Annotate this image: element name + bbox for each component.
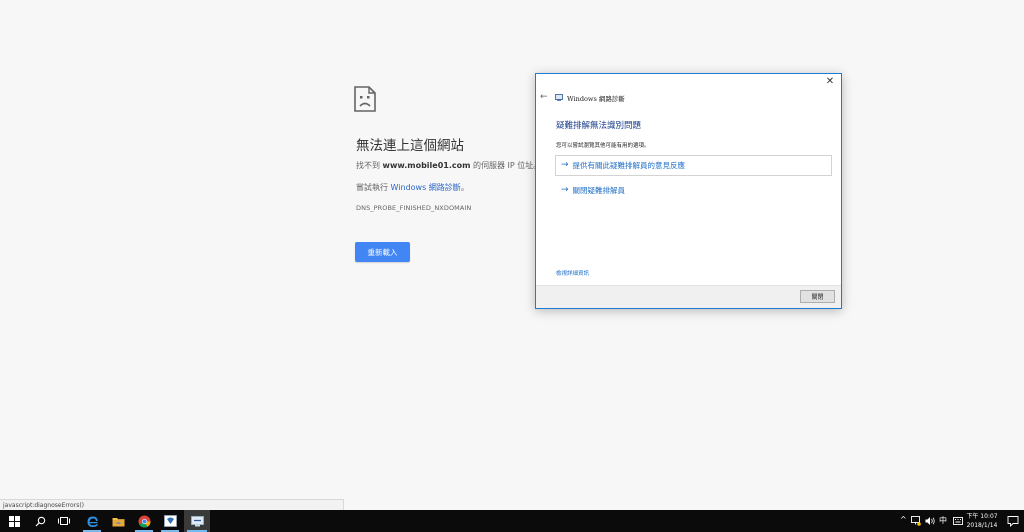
edge-icon — [87, 516, 98, 527]
suggest-suffix: 。 — [460, 183, 469, 192]
error-description: 找不到 www.mobile01.com 的伺服器 IP 位址。 — [356, 160, 541, 171]
search-icon — [35, 516, 45, 526]
view-details-link[interactable]: 檢視詳細資訊 — [556, 269, 589, 277]
status-bubble-url: javascript:diagnoseErrors() — [0, 499, 344, 510]
search-button[interactable] — [28, 510, 52, 532]
taskbar-chrome[interactable] — [132, 510, 156, 532]
network-warning-icon[interactable] — [911, 516, 921, 526]
folder-icon — [112, 517, 124, 526]
dialog-footer: 關閉 — [536, 285, 841, 308]
error-desc-suffix: 的伺服器 IP 位址。 — [470, 161, 542, 170]
arrow-right-icon: → — [561, 160, 569, 170]
network-diagnostics-app-icon — [555, 94, 563, 101]
task-view-button[interactable] — [52, 510, 76, 532]
windows-logo-icon — [8, 515, 20, 527]
taskbar: ^ 中 下午 10:07 2018/1/14 — [0, 510, 1024, 532]
dialog-close-button[interactable]: 關閉 — [800, 290, 835, 303]
dialog-heading: 疑難排解無法識別問題 — [556, 121, 642, 131]
taskbar-app[interactable] — [158, 510, 182, 532]
dialog-subtext: 您可以嘗試瀏覽其他可能有用的選項。 — [556, 143, 650, 149]
task-view-icon — [58, 517, 70, 525]
taskbar-file-explorer[interactable] — [106, 510, 130, 532]
system-clock[interactable]: 下午 10:07 2018/1/14 — [964, 512, 1000, 530]
error-domain: www.mobile01.com — [382, 161, 471, 170]
action-center-icon[interactable] — [1007, 515, 1019, 527]
dialog-title: Windows 網路診斷 — [567, 95, 625, 103]
clock-time: 下午 10:07 — [966, 513, 998, 520]
volume-icon[interactable] — [925, 516, 936, 526]
windows-diagnostics-link[interactable]: Windows 網路診斷 — [391, 183, 461, 192]
error-title: 無法連上這個網站 — [356, 138, 464, 154]
error-suggestion: 嘗試執行 Windows 網路診斷。 — [356, 182, 469, 193]
taskbar-edge[interactable] — [80, 510, 104, 532]
network-diagnostics-taskbar-icon — [190, 515, 204, 526]
chevron-up-icon[interactable]: ^ — [900, 515, 907, 524]
reload-button[interactable]: 重新載入 — [355, 242, 410, 262]
arrow-right-icon: → — [561, 185, 569, 195]
feedback-option-label: 提供有關此疑難排解員的意見反應 — [572, 161, 686, 170]
start-button[interactable] — [0, 510, 28, 532]
back-arrow-icon[interactable]: ← — [540, 92, 548, 102]
chrome-icon — [138, 515, 150, 528]
network-diagnostics-dialog: ✕ ← Windows 網路診斷 疑難排解無法識別問題 您可以嘗試瀏覽其他可能有… — [535, 73, 842, 309]
error-code: DNS_PROBE_FINISHED_NXDOMAIN — [356, 204, 472, 212]
keyboard-icon[interactable] — [953, 516, 963, 526]
error-desc-prefix: 找不到 — [356, 161, 383, 170]
app-window-icon — [163, 515, 177, 527]
feedback-option[interactable]: → 提供有關此疑難排解員的意見反應 — [555, 155, 832, 176]
sad-face-page-icon — [354, 86, 376, 112]
close-troubleshooter-label: 關閉疑難排解員 — [572, 186, 626, 195]
close-troubleshooter-option[interactable]: → 關閉疑難排解員 — [555, 182, 625, 199]
clock-date: 2018/1/14 — [966, 522, 998, 529]
taskbar-network-diagnostics[interactable] — [184, 510, 210, 532]
suggest-prefix: 嘗試執行 — [356, 183, 391, 192]
close-icon[interactable]: ✕ — [823, 75, 837, 89]
ime-indicator[interactable]: 中 — [939, 515, 947, 526]
